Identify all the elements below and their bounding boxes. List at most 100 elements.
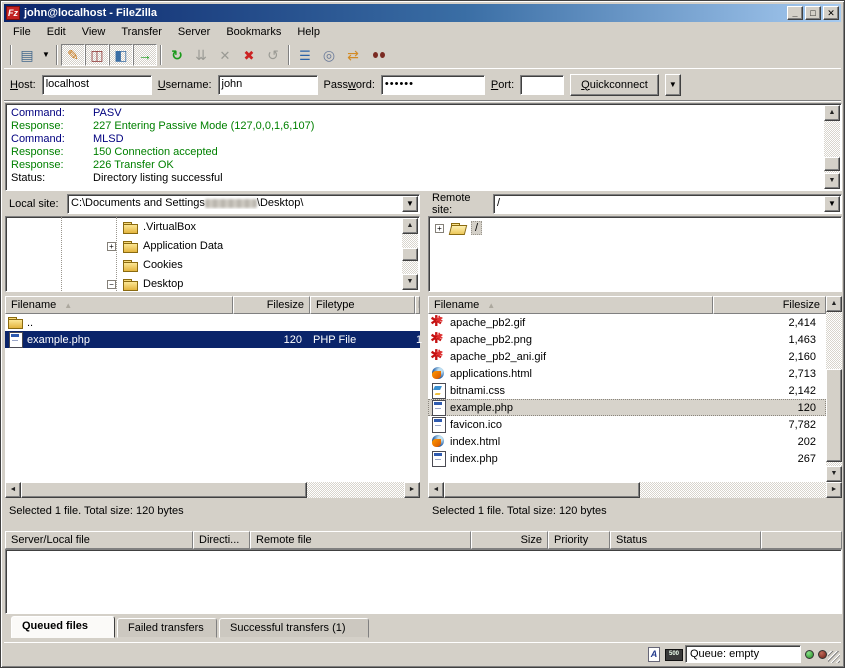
file-row[interactable]: apache_pb2_ani.gif2,160: [428, 348, 826, 365]
scroll-right-button[interactable]: ►: [404, 482, 420, 498]
reconnect-button[interactable]: [261, 44, 285, 66]
menu-file[interactable]: File: [5, 24, 39, 40]
expand-icon[interactable]: +: [107, 242, 116, 251]
scroll-right-button[interactable]: ►: [826, 482, 842, 498]
scroll-down-button[interactable]: ▼: [824, 173, 840, 189]
scrollbar-thumb[interactable]: [444, 482, 640, 498]
column-header-filetype[interactable]: Filetype: [310, 296, 415, 314]
cancel-operation-button[interactable]: [213, 44, 237, 66]
scroll-left-button[interactable]: ◄: [5, 482, 21, 498]
sort-ascending-icon: ▲: [64, 301, 72, 310]
tree-item-desktop[interactable]: −Desktop: [107, 275, 183, 292]
scrollbar-thumb[interactable]: [826, 369, 842, 462]
host-input[interactable]: localhost: [42, 75, 152, 95]
process-queue-button[interactable]: [189, 44, 213, 66]
log-line: Response:150 Connection accepted: [11, 146, 821, 159]
toggle-local-tree-button[interactable]: [85, 44, 109, 66]
folder-icon: [122, 220, 139, 235]
scroll-up-button[interactable]: ▲: [826, 296, 842, 312]
tree-item-root[interactable]: + /: [435, 219, 482, 237]
tree-item-virtualbox[interactable]: .VirtualBox: [107, 218, 196, 236]
queue-column-status[interactable]: Status: [610, 531, 761, 549]
toggle-remote-tree-button[interactable]: [109, 44, 133, 66]
username-input[interactable]: john: [218, 75, 318, 95]
site-manager-icon: [20, 48, 33, 62]
menu-bookmarks[interactable]: Bookmarks: [218, 24, 289, 40]
scroll-up-button[interactable]: ▲: [402, 218, 418, 234]
resize-grip[interactable]: [828, 651, 840, 663]
scrollbar-thumb[interactable]: [21, 482, 307, 498]
file-row[interactable]: apache_pb2.png1,463: [428, 331, 826, 348]
queue-column-server-local-file[interactable]: Server/Local file: [5, 531, 193, 549]
refresh-button[interactable]: [165, 44, 189, 66]
file-row[interactable]: favicon.ico7,782: [428, 416, 826, 433]
directory-comparison-button[interactable]: [317, 44, 341, 66]
menu-transfer[interactable]: Transfer: [113, 24, 170, 40]
filter-button[interactable]: [293, 44, 317, 66]
scroll-left-button[interactable]: ◄: [428, 482, 444, 498]
toggle-log-button[interactable]: [61, 44, 85, 66]
firefox-icon: [430, 434, 447, 449]
column-header-filesize[interactable]: Filesize: [713, 296, 826, 314]
remote-path-value: /: [497, 197, 823, 209]
queue-column-direction[interactable]: Directi...: [193, 531, 250, 549]
quickconnect-dropdown-button[interactable]: ▼: [665, 74, 681, 96]
local-tree-scrollbar[interactable]: ▲ ▼: [402, 218, 418, 290]
close-button[interactable]: ✕: [823, 6, 839, 20]
log-scrollbar[interactable]: ▲ ▼: [824, 105, 840, 189]
file-row[interactable]: applications.html2,713: [428, 365, 826, 382]
local-site-dropdown-button[interactable]: ▼: [402, 196, 418, 212]
file-row-parent-dir[interactable]: ..: [5, 314, 420, 331]
tab-successful-transfers[interactable]: Successful transfers (1): [219, 618, 369, 638]
disconnect-button[interactable]: [237, 44, 261, 66]
column-header-last-modified[interactable]: L: [415, 296, 420, 314]
column-header-filesize[interactable]: Filesize: [233, 296, 310, 314]
collapse-icon[interactable]: −: [107, 280, 116, 289]
synchronized-browsing-button[interactable]: [341, 44, 365, 66]
file-row[interactable]: index.html202: [428, 433, 826, 450]
remote-site-dropdown-button[interactable]: ▼: [824, 196, 840, 212]
tab-queued-files[interactable]: Queued files: [11, 616, 115, 638]
local-list-hscrollbar[interactable]: ◄ ►: [5, 482, 420, 498]
queue-column-remote-file[interactable]: Remote file: [250, 531, 471, 549]
remote-site-combobox[interactable]: / ▼: [493, 194, 842, 214]
file-row[interactable]: index.php267: [428, 450, 826, 467]
tab-failed-transfers[interactable]: Failed transfers: [117, 618, 217, 638]
port-input[interactable]: [520, 75, 564, 95]
file-row-example-php[interactable]: example.php120: [428, 399, 826, 416]
tree-item-application-data[interactable]: +Application Data: [107, 237, 223, 255]
menu-server[interactable]: Server: [170, 24, 218, 40]
file-row[interactable]: bitnami.css2,142: [428, 382, 826, 399]
scroll-down-button[interactable]: ▼: [826, 466, 842, 482]
menu-view[interactable]: View: [74, 24, 114, 40]
quickconnect-button[interactable]: Quickconnect: [570, 74, 659, 96]
expand-icon[interactable]: +: [435, 224, 444, 233]
site-manager-dropdown-button[interactable]: ▼: [39, 44, 53, 66]
maximize-button[interactable]: □: [805, 6, 821, 20]
find-files-button[interactable]: [365, 44, 389, 66]
menu-help[interactable]: Help: [289, 24, 328, 40]
scrollbar-thumb[interactable]: [824, 157, 840, 171]
menu-edit[interactable]: Edit: [39, 24, 74, 40]
compare-icon: [323, 48, 335, 62]
file-row-example-php[interactable]: example.php 120 PHP File 1: [5, 331, 420, 348]
file-row[interactable]: apache_pb2.gif2,414: [428, 314, 826, 331]
ascii-indicator-icon[interactable]: [645, 647, 661, 662]
scroll-down-button[interactable]: ▼: [402, 274, 418, 290]
remote-list-scrollbar[interactable]: ▲ ▼: [826, 296, 842, 482]
tree-item-cookies[interactable]: Cookies: [107, 256, 183, 274]
column-header-filename[interactable]: Filename▲: [428, 296, 713, 314]
column-header-filename[interactable]: Filename▲: [5, 296, 233, 314]
queue-column-size[interactable]: Size: [471, 531, 548, 549]
scrollbar-thumb[interactable]: [402, 248, 418, 261]
password-input[interactable]: ••••••: [381, 75, 485, 95]
queue-column-priority[interactable]: Priority: [548, 531, 610, 549]
speedlimit-indicator-icon[interactable]: [665, 647, 681, 662]
local-site-combobox[interactable]: C:\Documents and Settings\Desktop\ ▼: [67, 194, 420, 214]
toggle-queue-button[interactable]: [133, 44, 157, 66]
minimize-button[interactable]: _: [787, 6, 803, 20]
remote-list-hscrollbar[interactable]: ◄ ►: [428, 482, 842, 498]
port-label: Port:: [491, 79, 514, 91]
scroll-up-button[interactable]: ▲: [824, 105, 840, 121]
site-manager-button[interactable]: [15, 44, 39, 66]
